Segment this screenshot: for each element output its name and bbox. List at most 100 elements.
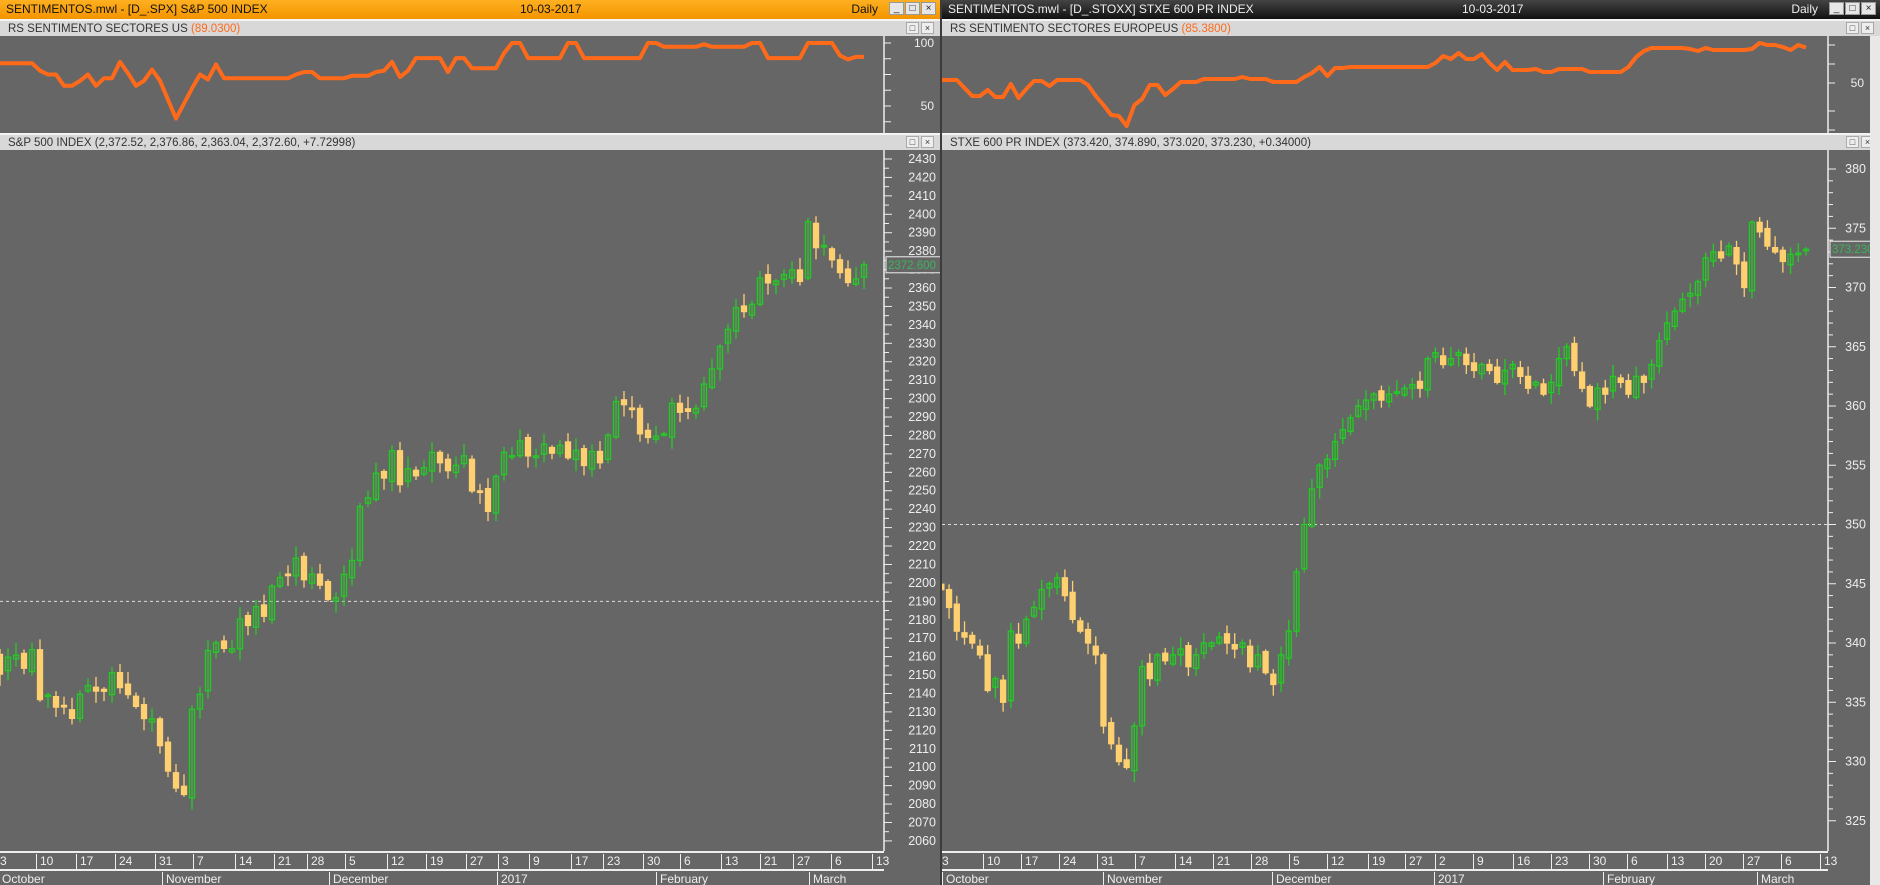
candlestick	[1687, 283, 1694, 308]
candlestick	[1231, 633, 1238, 659]
date-tick-label: 10	[36, 854, 53, 869]
axis-tick-label: 340	[1845, 636, 1866, 650]
candlestick	[396, 441, 404, 493]
candle-body	[1733, 247, 1740, 265]
axis-tick-label: 2270	[908, 447, 936, 461]
restore-pane-icon[interactable]: □	[906, 136, 919, 148]
candlestick	[1578, 362, 1586, 393]
candle-body	[1015, 633, 1022, 644]
candlestick	[1663, 311, 1671, 345]
close-pane-icon[interactable]: ×	[921, 136, 934, 148]
candlestick	[1756, 217, 1763, 238]
axis-tick-label: 2260	[908, 465, 936, 479]
month-label: October	[942, 872, 989, 885]
date-tick-label: 21	[274, 854, 291, 869]
candle-body	[1779, 249, 1786, 263]
candle-body	[132, 695, 140, 708]
maximize-icon[interactable]: □	[1845, 2, 1860, 15]
date-tick-label: 6	[680, 854, 691, 869]
candlestick	[1092, 636, 1099, 665]
candlestick	[796, 257, 804, 286]
candlestick	[604, 432, 612, 464]
month-label: 2017	[1434, 872, 1465, 885]
candle-body	[140, 704, 148, 720]
candlestick	[324, 579, 332, 602]
axis-tick-label: 2310	[908, 373, 936, 387]
minimize-icon[interactable]: _	[1829, 2, 1844, 15]
close-pane-icon[interactable]: ×	[1861, 22, 1874, 34]
date-axis: 3 10 17 24 31 7 14 21 28 5 12 19 27 2 9 16 23 30 6 13 20 27 6 1…	[942, 851, 1837, 885]
candlestick	[460, 443, 468, 468]
candle-body	[1100, 654, 1107, 727]
axis-tick-label: 2160	[908, 650, 936, 664]
candlestick	[772, 278, 780, 295]
candlestick	[1084, 622, 1092, 655]
candle-body	[836, 259, 844, 274]
candlestick	[20, 649, 28, 675]
month-label: March	[809, 872, 846, 885]
candlestick	[1293, 568, 1300, 637]
restore-pane-icon[interactable]: □	[1846, 22, 1859, 34]
candle-body	[444, 458, 452, 472]
candlestick	[1787, 247, 1794, 275]
candle-body	[220, 640, 228, 649]
candle-body	[969, 634, 976, 644]
candle-body	[999, 679, 1007, 703]
candlestick	[340, 565, 348, 606]
date-axis-months: October November December 2017 February March	[942, 869, 1828, 885]
date-tick-label: 7	[1135, 854, 1146, 869]
minimize-icon[interactable]: _	[889, 2, 904, 15]
date-tick-label: 30	[1589, 854, 1606, 869]
candlestick	[1517, 360, 1524, 384]
candle-body	[1517, 367, 1524, 378]
candlestick	[1115, 736, 1123, 766]
candlestick	[452, 456, 460, 479]
candlestick	[52, 691, 60, 717]
scroll-strip[interactable]	[1870, 36, 1880, 885]
axis-tick-label: 2200	[908, 576, 936, 590]
candlestick	[1331, 433, 1339, 467]
candlestick	[1015, 622, 1022, 649]
close-pane-icon[interactable]: ×	[921, 22, 934, 34]
window-titlebar[interactable]: SENTIMENTOS.mwl - [D_.SPX] S&P 500 INDEX…	[0, 0, 940, 19]
candle-body	[1247, 645, 1254, 668]
candle-body	[1231, 643, 1238, 650]
candlestick	[0, 648, 4, 686]
candlestick	[404, 456, 412, 488]
candlestick	[380, 469, 388, 490]
candlestick	[348, 548, 356, 586]
candle-body	[484, 487, 492, 513]
candlestick	[364, 490, 372, 508]
date-tick-label: 28	[307, 854, 324, 869]
axis-tick-label: 2420	[908, 170, 936, 184]
candlestick	[212, 640, 220, 659]
candle-body	[1108, 722, 1115, 745]
restore-pane-icon[interactable]: □	[1846, 136, 1859, 148]
candle-body	[984, 654, 991, 692]
candlestick	[969, 631, 976, 649]
candlestick	[124, 672, 132, 699]
candle-body	[260, 604, 268, 617]
period-label: Daily	[851, 2, 878, 16]
close-icon[interactable]: ×	[921, 2, 936, 15]
candlestick	[1625, 373, 1632, 399]
window-titlebar[interactable]: SENTIMENTOS.mwl - [D_.STOXX] STXE 600 PR…	[942, 0, 1880, 19]
date-tick-label: 5	[1289, 854, 1300, 869]
candle-body	[564, 441, 572, 459]
maximize-icon[interactable]: □	[905, 2, 920, 15]
close-icon[interactable]: ×	[1861, 2, 1876, 15]
restore-pane-icon[interactable]: □	[906, 22, 919, 34]
candle-body	[68, 709, 76, 720]
candlestick	[636, 404, 644, 442]
axis-tick-label: 2220	[908, 539, 936, 553]
candlestick	[1355, 399, 1362, 419]
candlestick	[588, 444, 596, 477]
candlestick	[1046, 581, 1053, 598]
candle-body	[116, 671, 124, 689]
candle-body	[1069, 591, 1076, 620]
candlestick	[1594, 382, 1601, 421]
date-tick-label: 27	[1743, 854, 1760, 869]
candlestick	[1764, 220, 1771, 251]
candlestick	[1486, 359, 1493, 375]
price-name: STXE 600 PR INDEX	[950, 137, 1060, 149]
